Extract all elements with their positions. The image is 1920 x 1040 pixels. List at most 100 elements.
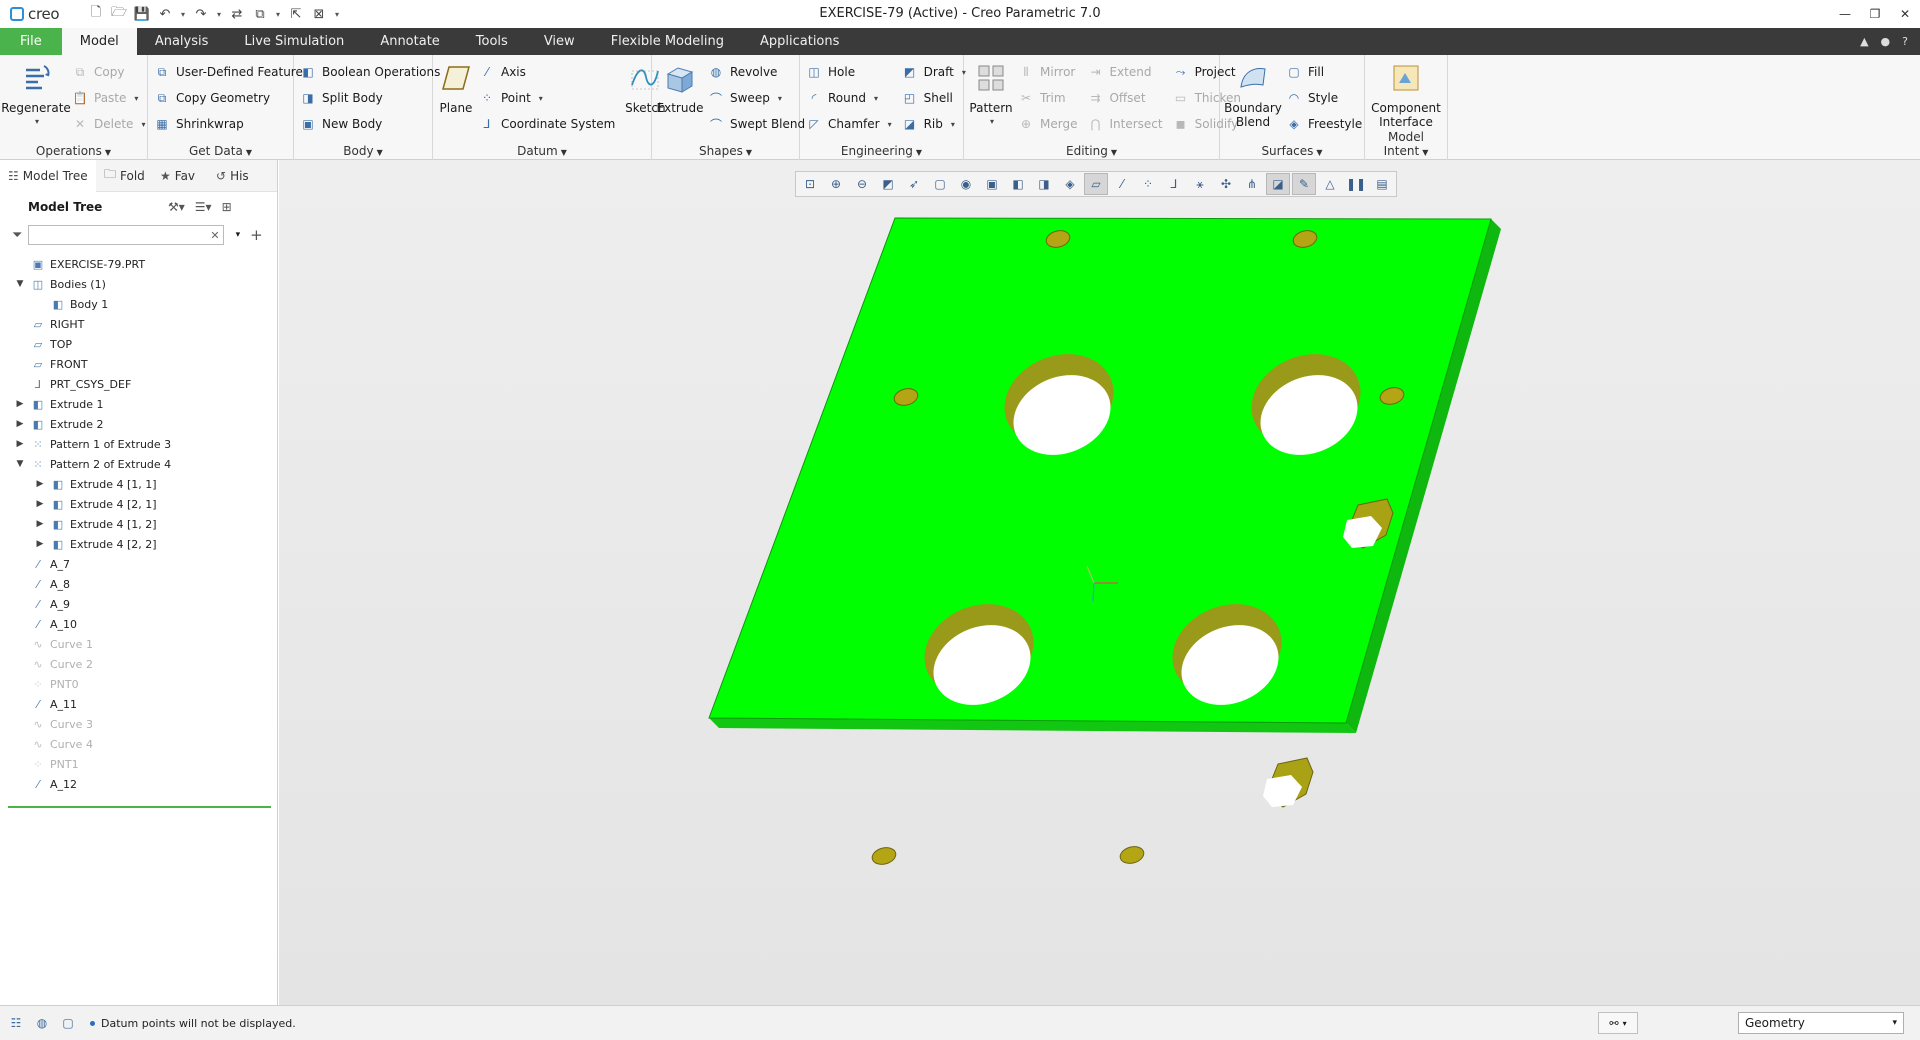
split-body-button[interactable]: ◨ Split Body <box>300 85 444 111</box>
redo-icon[interactable]: ↷ <box>191 4 211 24</box>
tree-item[interactable]: ⁄ A_8 <box>0 574 277 594</box>
chamfer-button[interactable]: ◸ Chamfer ▾ <box>806 111 896 137</box>
tree-item[interactable]: ▣ EXERCISE-79.PRT <box>0 254 277 274</box>
tree-item[interactable]: ⁘ PNT0 <box>0 674 277 694</box>
style-button[interactable]: ◠ Style <box>1286 85 1366 111</box>
copy-button[interactable]: ⧉ Copy <box>72 59 149 85</box>
undo-dropdown-icon[interactable]: ▾ <box>178 4 188 24</box>
tree-item[interactable]: ▶ ◧ Extrude 4 [2, 2] <box>0 534 277 554</box>
expand-toggle-icon[interactable]: ▶ <box>34 539 46 549</box>
boundary-blend-button[interactable]: Boundary Blend <box>1224 59 1282 129</box>
extrude-button[interactable]: Extrude <box>657 59 703 115</box>
tab-file[interactable]: File <box>0 28 62 55</box>
expand-toggle-icon[interactable]: ▶ <box>34 479 46 489</box>
filter-icon[interactable]: ⏷ <box>12 228 22 243</box>
shapes-group-label[interactable]: Shapes ▼ <box>652 144 799 158</box>
shell-button[interactable]: ◰ Shell <box>902 85 970 111</box>
engineering-group-label[interactable]: Engineering ▼ <box>800 144 963 158</box>
tree-item[interactable]: ∿ Curve 3 <box>0 714 277 734</box>
tab-folder-browser[interactable]: 🗀 Fold <box>96 160 152 192</box>
regenerate-button[interactable]: Regenerate ▾ <box>1 59 71 129</box>
undo-icon[interactable]: ↶ <box>155 4 175 24</box>
minimize-icon[interactable]: — <box>1830 0 1860 28</box>
regenerate-small-icon[interactable]: ⇄ <box>227 4 247 24</box>
tree-item[interactable]: ▱ TOP <box>0 334 277 354</box>
tree-settings-icon[interactable]: ⚒▾ <box>168 200 185 214</box>
show-browser-icon[interactable]: ◍ <box>32 1013 52 1033</box>
tab-history[interactable]: ↺ His <box>208 160 264 192</box>
merge-button[interactable]: ⊕ Merge <box>1018 111 1081 137</box>
expand-toggle-icon[interactable]: ▼ <box>14 459 26 469</box>
tab-model-tree[interactable]: ☷ Model Tree <box>0 159 96 192</box>
tree-item[interactable]: ▱ FRONT <box>0 354 277 374</box>
restore-icon[interactable]: ❐ <box>1860 0 1890 28</box>
rib-button[interactable]: ◪ Rib ▾ <box>902 111 970 137</box>
tree-search-input[interactable] <box>28 225 225 245</box>
tree-item[interactable]: ∿ Curve 1 <box>0 634 277 654</box>
tab-tools[interactable]: Tools <box>458 28 526 55</box>
tree-item[interactable]: ▶ ◧ Extrude 1 <box>0 394 277 414</box>
tree-item[interactable]: ▱ RIGHT <box>0 314 277 334</box>
delete-button[interactable]: ✕ Delete ▾ <box>72 111 149 137</box>
part-model[interactable] <box>279 160 1920 1005</box>
revolve-button[interactable]: ◍ Revolve <box>708 59 809 85</box>
tree-item[interactable]: ▶ ◧ Extrude 2 <box>0 414 277 434</box>
operations-group-label[interactable]: Operations ▼ <box>0 144 147 158</box>
tree-item[interactable]: ▶ ⁙ Pattern 1 of Extrude 3 <box>0 434 277 454</box>
sweep-button[interactable]: ⌒ Sweep ▾ <box>708 85 809 111</box>
new-file-icon[interactable]: 🗋 <box>86 4 106 24</box>
search-help-icon[interactable]: ● <box>1881 35 1891 48</box>
trim-button[interactable]: ✂ Trim <box>1018 85 1081 111</box>
new-body-button[interactable]: ▣ New Body <box>300 111 444 137</box>
tree-item[interactable]: ∿ Curve 4 <box>0 734 277 754</box>
component-interface-button[interactable]: Component Interface <box>1371 59 1441 129</box>
tree-insert-indicator[interactable] <box>8 806 271 808</box>
full-screen-icon[interactable]: ▢ <box>58 1013 78 1033</box>
minimize-ribbon-icon[interactable]: ▲ <box>1860 35 1868 48</box>
get-data-group-label[interactable]: Get Data ▼ <box>148 144 293 158</box>
tree-item[interactable]: ◧ Body 1 <box>0 294 277 314</box>
tree-item[interactable]: ⅃ PRT_CSYS_DEF <box>0 374 277 394</box>
expand-toggle-icon[interactable]: ▶ <box>14 399 26 409</box>
find-button[interactable]: ⚯ ▾ <box>1598 1012 1638 1034</box>
redo-dropdown-icon[interactable]: ▾ <box>214 4 224 24</box>
boolean-operations-button[interactable]: ◧ Boolean Operations <box>300 59 444 85</box>
udf-button[interactable]: ⧉ User-Defined Feature <box>154 59 307 85</box>
selection-filter-select[interactable]: Geometry ▾ <box>1738 1012 1904 1034</box>
plane-button[interactable]: Plane <box>439 59 473 115</box>
close-icon[interactable]: ✕ <box>1890 0 1920 28</box>
hole-button[interactable]: ◫ Hole <box>806 59 896 85</box>
body-group-label[interactable]: Body ▼ <box>294 144 432 158</box>
tree-item[interactable]: ∿ Curve 2 <box>0 654 277 674</box>
tree-item[interactable]: ▶ ◧ Extrude 4 [1, 1] <box>0 474 277 494</box>
tab-favorites[interactable]: ★ Fav <box>152 160 208 192</box>
windows-dropdown-icon[interactable]: ▾ <box>273 4 283 24</box>
tree-item[interactable]: ⁄ A_11 <box>0 694 277 714</box>
tree-show-icon[interactable]: ☰▾ <box>195 200 212 214</box>
tree-item[interactable]: ⁄ A_9 <box>0 594 277 614</box>
close-window-icon[interactable]: ⊠ <box>309 4 329 24</box>
copy-geometry-button[interactable]: ⧉ Copy Geometry <box>154 85 307 111</box>
tree-columns-icon[interactable]: ⊞ <box>222 200 232 214</box>
datum-group-label[interactable]: Datum ▼ <box>433 144 651 158</box>
tree-item[interactable]: ⁘ PNT1 <box>0 754 277 774</box>
pattern-button[interactable]: Pattern ▾ <box>969 59 1013 129</box>
editing-group-label[interactable]: Editing ▼ <box>964 144 1219 158</box>
save-icon[interactable]: 💾 <box>132 4 152 24</box>
paste-button[interactable]: 📋 Paste ▾ <box>72 85 149 111</box>
tab-view[interactable]: View <box>526 28 593 55</box>
add-icon[interactable]: + <box>250 226 263 244</box>
tab-flexible-modeling[interactable]: Flexible Modeling <box>593 28 742 55</box>
tree-item[interactable]: ▼ ⁙ Pattern 2 of Extrude 4 <box>0 454 277 474</box>
axis-button[interactable]: ⁄ Axis <box>479 59 619 85</box>
tree-item[interactable]: ⁄ A_7 <box>0 554 277 574</box>
mirror-button[interactable]: ⫴ Mirror <box>1018 59 1081 85</box>
tab-analysis[interactable]: Analysis <box>137 28 227 55</box>
graphics-window[interactable]: ⊡ ⊕ ⊖ ◩ ➶ ▢ ◉ ▣ ◧ ◨ ◈ ▱ ⁄ ⁘ ⅃ ⚹ ✣ ⋔ ◪ ✎ △ ❚❚ ▤ <box>279 160 1920 1005</box>
model-intent-group-label[interactable]: Model Intent ▼ <box>1365 130 1447 158</box>
tab-annotate[interactable]: Annotate <box>362 28 457 55</box>
round-button[interactable]: ◜ Round ▾ <box>806 85 896 111</box>
show-navigator-icon[interactable]: ☷ <box>6 1013 26 1033</box>
customize-qat-icon[interactable]: ▾ <box>332 4 342 24</box>
tree-item[interactable]: ⁄ A_12 <box>0 774 277 794</box>
